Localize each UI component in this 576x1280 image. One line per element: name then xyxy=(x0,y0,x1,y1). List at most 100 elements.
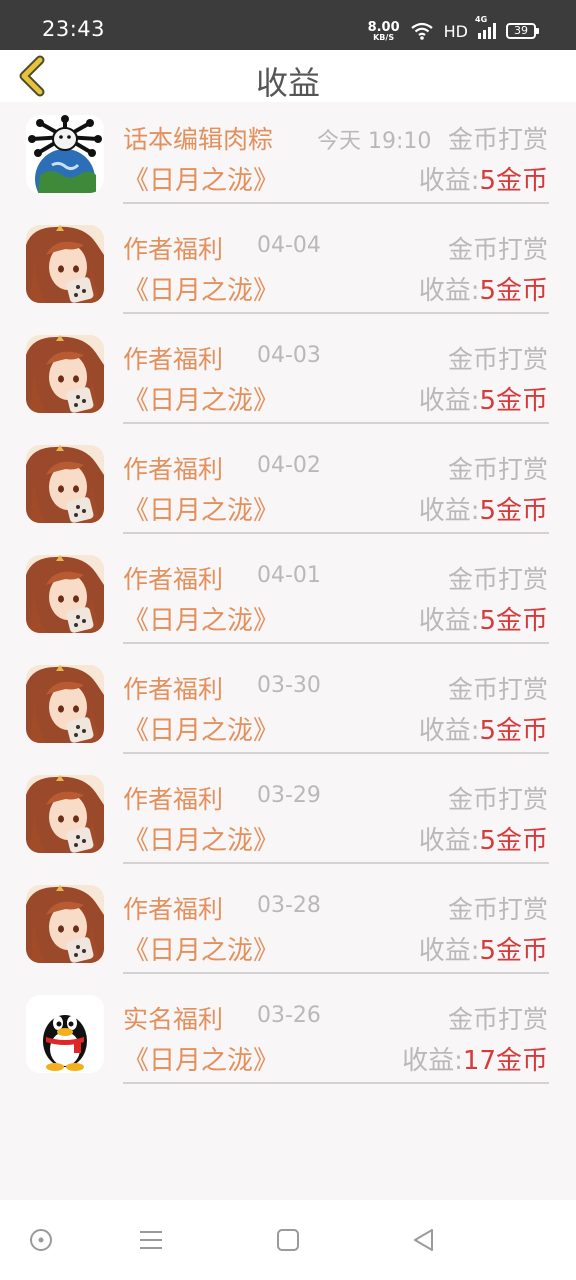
menu-lines-icon xyxy=(140,1231,162,1249)
earnings: 收益:5金币 xyxy=(419,160,548,197)
list-item[interactable]: 作者福利 04-02 金币打赏 《日月之泷》 收益:5金币 xyxy=(0,432,576,542)
battery-icon: 39 xyxy=(506,23,539,39)
book-title: 《日月之泷》 xyxy=(123,606,280,636)
system-nav-bar xyxy=(0,1200,576,1280)
divider xyxy=(123,752,549,754)
page-title: 收益 xyxy=(255,64,320,102)
record-name: 作者福利 xyxy=(123,675,224,704)
system-back-button[interactable] xyxy=(410,1226,438,1254)
earnings: 收益:17金币 xyxy=(402,1040,548,1077)
earnings-label: 收益: xyxy=(418,606,480,636)
list-item[interactable]: 作者福利 03-28 金币打赏 《日月之泷》 收益:5金币 xyxy=(0,872,576,982)
assistant-button[interactable] xyxy=(27,1226,55,1254)
record-name: 作者福利 xyxy=(123,455,224,484)
record-date: 04-04 xyxy=(257,233,321,258)
record-date: 今天 19:10 xyxy=(317,129,432,154)
home-square-icon xyxy=(277,1229,299,1251)
status-time: 23:43 xyxy=(42,17,106,41)
earnings: 收益:5金币 xyxy=(419,490,548,527)
anime-girl-avatar xyxy=(26,335,104,413)
status-icons: 8.00 KB/S HD 4G 39 xyxy=(367,15,539,44)
record-name: 作者福利 xyxy=(123,895,224,924)
list-item[interactable]: 作者福利 03-30 金币打赏 《日月之泷》 收益:5金币 xyxy=(0,652,576,762)
book-title: 《日月之泷》 xyxy=(123,716,280,746)
divider xyxy=(123,862,549,864)
divider xyxy=(123,422,549,424)
network-type: 4G xyxy=(475,15,488,24)
record-date: 04-02 xyxy=(257,453,321,478)
earnings-amount: 5金币 xyxy=(479,166,548,196)
battery-level: 39 xyxy=(514,24,528,37)
earnings-label: 收益: xyxy=(418,276,480,306)
title-bar: 收益 xyxy=(0,50,576,102)
record-type: 金币打赏 xyxy=(447,675,548,704)
anime-girl-avatar xyxy=(26,445,104,523)
book-title: 《日月之泷》 xyxy=(123,826,280,856)
list-item[interactable]: 作者福利 04-03 金币打赏 《日月之泷》 收益:5金币 xyxy=(0,322,576,432)
book-title: 《日月之泷》 xyxy=(123,166,280,196)
record-name: 话本编辑肉粽 xyxy=(123,125,274,154)
record-name: 作者福利 xyxy=(123,345,224,374)
divider xyxy=(123,202,549,204)
book-title: 《日月之泷》 xyxy=(123,276,280,306)
record-name: 作者福利 xyxy=(123,785,224,814)
record-date: 03-26 xyxy=(257,1003,321,1028)
signal-icon: 4G xyxy=(475,15,496,39)
divider xyxy=(123,972,549,974)
record-type: 金币打赏 xyxy=(447,345,548,374)
book-title: 《日月之泷》 xyxy=(123,936,280,966)
earnings: 收益:5金币 xyxy=(419,710,548,747)
earnings-label: 收益: xyxy=(418,936,480,966)
anime-girl-avatar xyxy=(26,225,104,303)
assistant-circle-icon xyxy=(30,1229,52,1251)
record-type: 金币打赏 xyxy=(447,125,548,154)
list-item[interactable]: 话本编辑肉粽 今天 19:10 金币打赏 《日月之泷》 收益:5金币 xyxy=(0,102,576,212)
record-name: 作者福利 xyxy=(123,565,224,594)
record-date: 03-28 xyxy=(257,893,321,918)
back-triangle-icon xyxy=(414,1229,433,1251)
earnings-amount: 5金币 xyxy=(479,386,548,416)
record-date: 03-29 xyxy=(257,783,321,808)
book-title: 《日月之泷》 xyxy=(123,386,280,416)
list-item[interactable]: 作者福利 04-04 金币打赏 《日月之泷》 收益:5金币 xyxy=(0,212,576,322)
record-date: 03-30 xyxy=(257,673,321,698)
divider xyxy=(123,642,549,644)
list-item[interactable]: 实名福利 03-26 金币打赏 《日月之泷》 收益:17金币 xyxy=(0,982,576,1092)
net-speed-value: 8.00 xyxy=(367,19,400,35)
qq-penguin-avatar xyxy=(26,995,104,1073)
record-type: 金币打赏 xyxy=(447,455,548,484)
earnings-label: 收益: xyxy=(418,496,480,526)
record-name: 实名福利 xyxy=(123,1005,224,1034)
list-item[interactable]: 作者福利 03-29 金币打赏 《日月之泷》 收益:5金币 xyxy=(0,762,576,872)
earnings-label: 收益: xyxy=(418,826,480,856)
book-title: 《日月之泷》 xyxy=(123,1046,280,1076)
record-name: 作者福利 xyxy=(123,235,224,264)
home-button[interactable] xyxy=(274,1226,302,1254)
earnings: 收益:5金币 xyxy=(419,930,548,967)
menu-button[interactable] xyxy=(137,1226,165,1254)
record-type: 金币打赏 xyxy=(447,895,548,924)
earnings-amount: 17金币 xyxy=(462,1046,548,1076)
list-item[interactable]: 作者福利 04-01 金币打赏 《日月之泷》 收益:5金币 xyxy=(0,542,576,652)
earnings-label: 收益: xyxy=(418,716,480,746)
earnings: 收益:5金币 xyxy=(419,270,548,307)
record-date: 04-03 xyxy=(257,343,321,368)
divider xyxy=(123,532,549,534)
earnings-amount: 5金币 xyxy=(479,606,548,636)
earnings-label: 收益: xyxy=(418,166,480,196)
earnings-list: 话本编辑肉粽 今天 19:10 金币打赏 《日月之泷》 收益:5金币 作者福利 … xyxy=(0,102,576,1092)
earnings: 收益:5金币 xyxy=(419,380,548,417)
earnings-label: 收益: xyxy=(402,1046,463,1076)
record-type: 金币打赏 xyxy=(447,235,548,264)
record-type: 金币打赏 xyxy=(447,565,548,594)
status-bar: 23:43 8.00 KB/S HD 4G 39 xyxy=(0,0,576,50)
record-date: 04-01 xyxy=(257,563,321,588)
anime-girl-avatar xyxy=(26,775,104,853)
divider xyxy=(123,1082,549,1084)
earnings: 收益:5金币 xyxy=(419,820,548,857)
earnings: 收益:5金币 xyxy=(419,600,548,637)
net-speed-unit: KB/S xyxy=(373,32,395,42)
earnings-amount: 5金币 xyxy=(479,276,548,306)
record-type: 金币打赏 xyxy=(447,785,548,814)
earnings-amount: 5金币 xyxy=(479,496,548,526)
